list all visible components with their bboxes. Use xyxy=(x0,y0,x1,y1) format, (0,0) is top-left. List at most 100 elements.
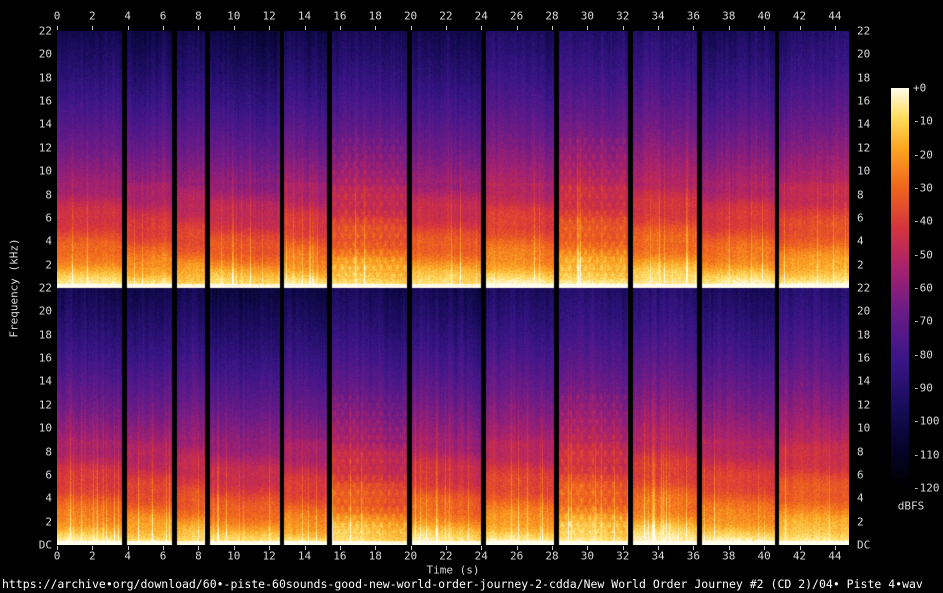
freq-tick-left: 22 xyxy=(38,281,52,295)
colorbar-unit-label: dBFS xyxy=(897,499,925,513)
freq-tick-left: 14 xyxy=(38,374,52,388)
time-tick-top: 28 xyxy=(545,9,559,23)
freq-tick-right: 12 xyxy=(857,141,871,155)
freq-tick-left: 2 xyxy=(45,515,52,529)
freq-tick-right: 20 xyxy=(857,47,871,61)
time-tick-bottom: 34 xyxy=(651,549,665,563)
freq-tick-right: 22 xyxy=(857,24,871,38)
axis-tick-mark xyxy=(834,26,836,30)
freq-tick-left: 20 xyxy=(38,47,52,61)
freq-tick-right: 10 xyxy=(857,164,871,178)
spectrogram-screen: Frequency (kHz) 0 0 2 2 4 4 6 6 8 8 10 10 12 12 14 14 16… xyxy=(0,0,943,593)
axis-tick-mark xyxy=(445,26,447,30)
axis-tick-mark xyxy=(92,26,94,30)
axis-tick-mark xyxy=(233,546,235,550)
freq-tick-left: 4 xyxy=(45,491,52,505)
freq-tick-left: 18 xyxy=(38,328,52,342)
time-tick-top: 38 xyxy=(722,9,736,23)
freq-tick-right: 12 xyxy=(857,398,871,412)
axis-tick-mark xyxy=(269,26,271,30)
db-tick: -60 xyxy=(913,281,933,295)
time-tick-top: 8 xyxy=(195,9,202,23)
time-tick-bottom: 2 xyxy=(89,549,96,563)
freq-tick-right: 4 xyxy=(857,234,864,248)
source-url: https://archive•org/download/60•-piste-6… xyxy=(2,577,923,591)
time-tick-top: 12 xyxy=(262,9,276,23)
time-tick-top: 24 xyxy=(474,9,488,23)
axis-tick-mark xyxy=(622,26,624,30)
freq-tick-left: 8 xyxy=(45,445,52,459)
axis-tick-mark xyxy=(587,546,589,550)
freq-tick-left: 16 xyxy=(38,94,52,108)
freq-tick-left: 2 xyxy=(45,258,52,272)
freq-tick-right: 14 xyxy=(857,117,871,131)
axis-tick-mark xyxy=(799,546,801,550)
axis-tick-mark xyxy=(410,26,412,30)
db-tick: -20 xyxy=(913,148,933,162)
axis-tick-mark xyxy=(233,26,235,30)
axis-tick-mark xyxy=(658,26,660,30)
time-tick-bottom: 44 xyxy=(828,549,842,563)
axis-tick-mark xyxy=(127,26,129,30)
time-tick-bottom: 18 xyxy=(368,549,382,563)
freq-tick-right: 22 xyxy=(857,281,871,295)
freq-tick-right: 6 xyxy=(857,468,864,482)
axis-tick-mark xyxy=(834,546,836,550)
freq-tick-right: 20 xyxy=(857,304,871,318)
time-tick-bottom: 16 xyxy=(333,549,347,563)
time-tick-top: 18 xyxy=(368,9,382,23)
freq-tick-left: 4 xyxy=(45,234,52,248)
axis-tick-mark xyxy=(658,546,660,550)
y-axis-title: Frequency (kHz) xyxy=(7,238,21,338)
freq-tick-left: 12 xyxy=(38,141,52,155)
time-tick-bottom: 12 xyxy=(262,549,276,563)
time-tick-top: 30 xyxy=(580,9,594,23)
freq-tick-left: 12 xyxy=(38,398,52,412)
colorbar-canvas xyxy=(891,88,909,488)
time-tick-bottom: 30 xyxy=(580,549,594,563)
axis-tick-mark xyxy=(410,546,412,550)
axis-tick-mark xyxy=(728,546,730,550)
freq-tick-left: 20 xyxy=(38,304,52,318)
db-tick: -70 xyxy=(913,314,933,328)
time-tick-top: 40 xyxy=(757,9,771,23)
freq-tick-left: 10 xyxy=(38,421,52,435)
db-tick: -10 xyxy=(913,114,933,128)
freq-tick-left: 6 xyxy=(45,211,52,225)
axis-tick-mark xyxy=(339,26,341,30)
time-tick-bottom: 42 xyxy=(792,549,807,563)
time-tick-bottom: 40 xyxy=(757,549,771,563)
freq-tick-right: 2 xyxy=(857,515,864,529)
axis-tick-mark xyxy=(764,546,766,550)
axis-tick-mark xyxy=(163,26,165,30)
time-tick-bottom: 22 xyxy=(439,549,453,563)
axis-tick-mark xyxy=(92,546,94,550)
axis-tick-mark xyxy=(481,26,483,30)
time-tick-top: 26 xyxy=(510,9,524,23)
axis-tick-mark xyxy=(375,546,377,550)
time-tick-top: 0 xyxy=(53,9,61,23)
time-tick-top: 4 xyxy=(124,9,132,23)
time-tick-top: 36 xyxy=(686,9,701,23)
x-axis-title: Time (s) xyxy=(426,563,480,577)
axis-tick-mark xyxy=(198,546,200,550)
freq-tick-left: 14 xyxy=(38,117,52,131)
axis-tick-mark xyxy=(728,26,730,30)
time-tick-bottom: 14 xyxy=(297,549,312,563)
time-tick-bottom: 32 xyxy=(616,549,630,563)
axis-tick-mark xyxy=(799,26,801,30)
axis-tick-mark xyxy=(304,546,306,550)
db-tick: -40 xyxy=(913,214,933,228)
axis-tick-mark xyxy=(127,546,129,550)
axis-tick-mark xyxy=(481,546,483,550)
db-tick: -90 xyxy=(913,381,933,395)
time-tick-bottom: 28 xyxy=(545,549,559,563)
time-tick-bottom: 26 xyxy=(510,549,524,563)
time-tick-bottom: 36 xyxy=(686,549,701,563)
axis-tick-mark xyxy=(198,26,200,30)
time-tick-top: 32 xyxy=(616,9,630,23)
freq-dc-right: DC xyxy=(857,538,871,552)
freq-tick-right: 16 xyxy=(857,94,871,108)
axis-tick-mark xyxy=(587,26,589,30)
axis-tick-mark xyxy=(339,546,341,550)
